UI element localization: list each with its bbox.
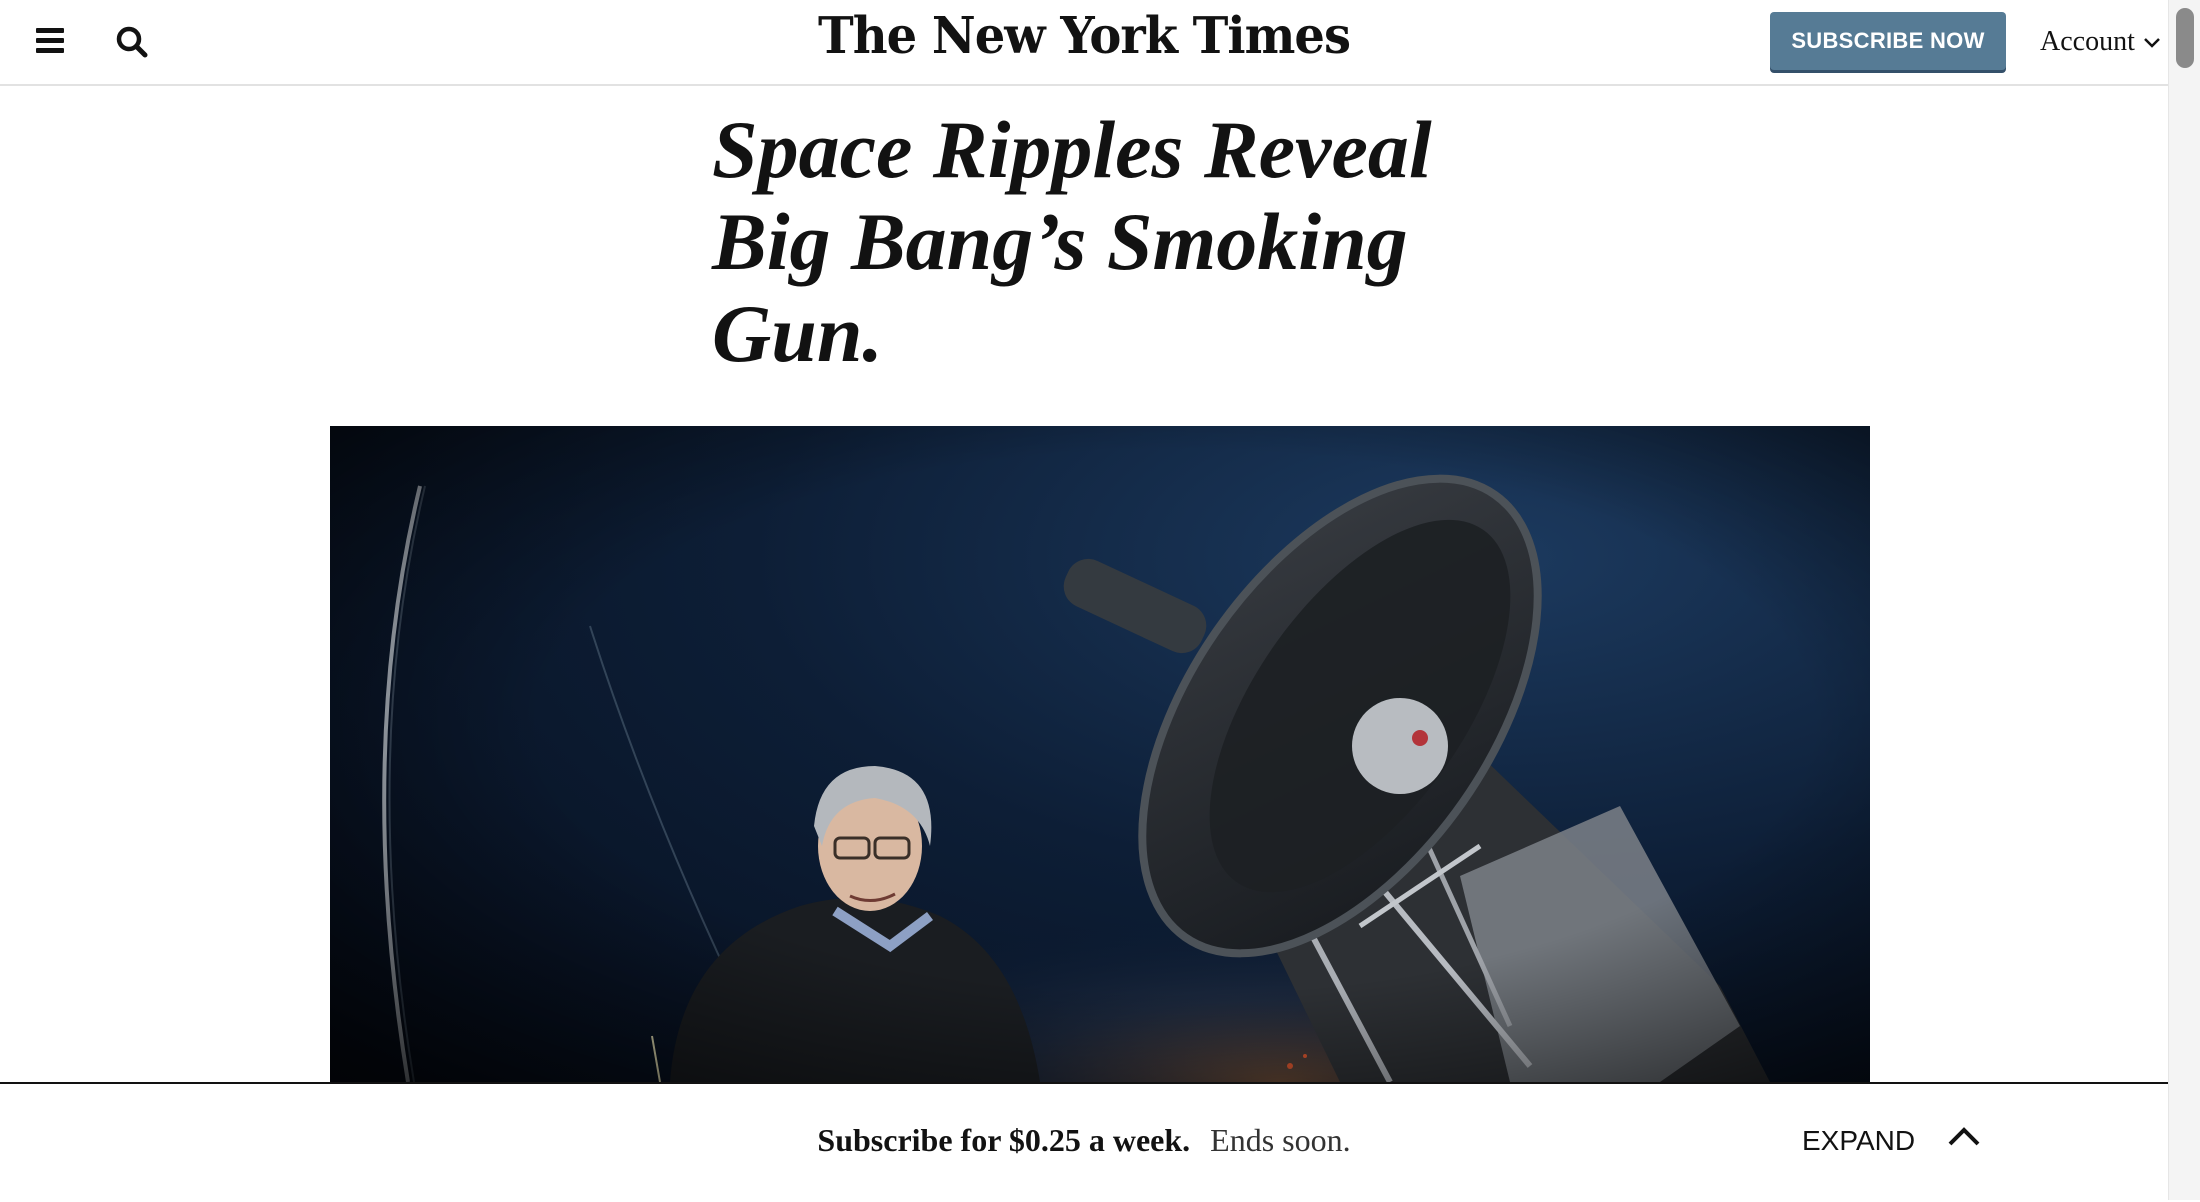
account-menu-button[interactable]: Account — [2040, 22, 2161, 62]
scrollbar[interactable] — [2168, 0, 2200, 1200]
hero-photo — [330, 426, 1870, 1082]
chevron-down-icon — [2143, 38, 2160, 48]
subscribe-now-button[interactable]: SUBSCRIBE NOW — [1770, 12, 2006, 70]
scrollbar-thumb[interactable] — [2176, 8, 2194, 68]
account-label: Account — [2040, 26, 2135, 57]
masthead: The New York Times SUBSCRIBE NOW Account — [0, 0, 2168, 86]
subscription-offer-bar: Subscribe for $0.25 a week. Ends soon. EX… — [0, 1082, 2168, 1202]
expand-button[interactable]: EXPAND — [1796, 1124, 1921, 1158]
chevron-up-icon[interactable] — [1944, 1118, 1984, 1158]
offer-deadline-text: Ends soon. — [1210, 1122, 1351, 1158]
offer-price-text[interactable]: Subscribe for $0.25 a week. — [817, 1122, 1190, 1158]
article-headline: Space Ripples Reveal Big Bang’s Smoking … — [712, 104, 1432, 379]
